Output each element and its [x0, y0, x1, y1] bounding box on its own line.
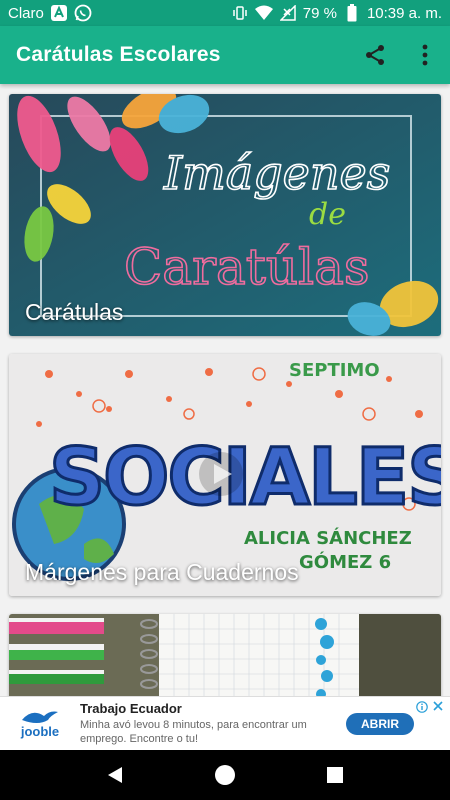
card-caratulas[interactable]: Imágenes de Caratúlas Carátulas	[9, 94, 441, 336]
art-title: Imágenes	[163, 146, 390, 200]
battery-icon	[343, 4, 361, 22]
ad-title: Trabajo Ecuador	[80, 701, 182, 716]
system-nav-bar	[0, 750, 450, 800]
app-bar: Carátulas Escolares	[0, 26, 450, 84]
share-icon[interactable]	[362, 42, 388, 68]
art-septimo: SEPTIMO	[289, 360, 380, 381]
clock: 10:39 a. m.	[366, 4, 442, 22]
recents-icon[interactable]	[315, 755, 355, 795]
ad-logo: jooble	[0, 697, 80, 751]
back-icon[interactable]	[95, 755, 135, 795]
battery-percent: 79 %	[302, 4, 337, 22]
art-name: ALICIA SÁNCHEZ	[244, 527, 412, 549]
signal-icon	[279, 4, 297, 22]
art-name-2: GÓMEZ 6	[299, 551, 391, 573]
home-icon[interactable]	[205, 755, 245, 795]
app-title: Carátulas Escolares	[16, 43, 221, 66]
card-margenes[interactable]: SEPTIMO SOCIALES ALICIA SÁNCHEZ GÓMEZ 6 …	[9, 354, 441, 596]
ad-brand: jooble	[20, 724, 60, 739]
card-third[interactable]	[9, 614, 441, 696]
app-notification-icon	[50, 4, 68, 22]
card-list: Imágenes de Caratúlas Carátulas SEPTIMO …	[0, 84, 450, 696]
card-caption: Carátulas	[25, 299, 124, 325]
card-image	[9, 614, 441, 696]
overflow-menu-icon[interactable]	[412, 42, 438, 68]
vibrate-icon	[231, 4, 249, 22]
ad-open-button[interactable]: ABRIR	[346, 712, 414, 735]
art-de: de	[309, 197, 346, 232]
whatsapp-icon	[74, 4, 92, 22]
ad-info-icon[interactable]	[416, 701, 428, 713]
ad-banner[interactable]: jooble Trabajo Ecuador Minha avó levou 8…	[0, 696, 450, 750]
wifi-icon	[254, 4, 273, 22]
carrier-label: Claro	[8, 4, 44, 22]
ad-body: Minha avó levou 8 minutos, para encontra…	[80, 719, 307, 745]
art-sociales: SOCIALES	[49, 433, 441, 523]
ad-close-icon[interactable]	[432, 700, 444, 712]
art-subtitle: Caratúlas	[124, 238, 370, 296]
card-caption: Márgenes para Cuadernos	[25, 559, 299, 585]
status-bar: Claro 79 % 10:39 a. m.	[0, 0, 450, 26]
